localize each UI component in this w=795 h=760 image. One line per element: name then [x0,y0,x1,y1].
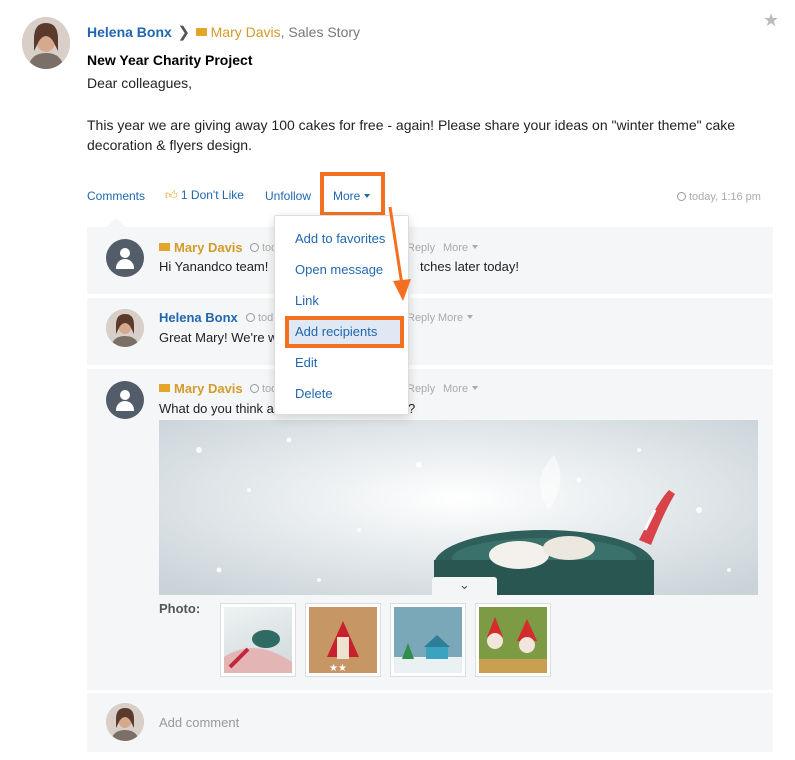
comment-text: Hi Yanandco team! [159,259,269,274]
caret-down-icon [364,194,371,198]
comment-text: What do you think a [159,401,274,416]
menu-item-add-to-favorites[interactable]: Add to favorites [295,231,385,246]
comment-text: Great Mary! We're w [159,330,278,345]
thumbs-up-icon: 👍︎ [165,188,178,202]
recipient-group[interactable]: , Sales Story [281,24,360,40]
photo-thumbnail[interactable]: ★★ [305,603,381,677]
comment-author[interactable]: Mary Davis [159,240,243,255]
comment-more-label: More [443,242,469,254]
timestamp-text: today, 1:16 pm [689,191,761,203]
caret-down-icon [472,386,479,390]
unfollow-link[interactable]: Unfollow [265,189,311,203]
attached-image[interactable] [159,420,758,595]
menu-item-open-message[interactable]: Open message [295,262,383,277]
chevron-down-icon: ⌄ [459,577,470,592]
post-body: This year we are giving away 100 cakes f… [87,117,736,153]
dont-like-label: Don't Like [190,188,244,202]
caret-down-icon [472,245,479,249]
comments-notch [107,218,125,227]
commenter-avatar[interactable] [106,309,144,347]
star-icon[interactable]: ★ [763,10,779,31]
author-avatar[interactable] [22,17,70,69]
reply-link[interactable]: Reply [407,312,435,324]
photo-label: Photo: [159,601,201,616]
more-button[interactable]: More [333,189,371,203]
envelope-icon [159,384,170,392]
comment-author-name: Helena Bonx [159,310,238,325]
comment-more-label: More [438,312,464,324]
comment-more-label: More [443,383,469,395]
annotation-arrow-icon [388,206,411,301]
like-control[interactable]: 👍︎ 1 Don't Like [165,188,244,203]
comment-text-tail: tches later today! [420,259,519,274]
commenter-avatar[interactable] [106,239,144,277]
comment-author-name: Mary Davis [174,381,243,396]
menu-item-link[interactable]: Link [295,293,319,308]
chevron-right-icon: ❯ [177,24,191,41]
post-timestamp: today, 1:16 pm [677,191,761,203]
clock-icon [246,313,255,322]
comment-author[interactable]: Helena Bonx [159,310,238,325]
photo-thumbnail[interactable] [390,603,466,677]
photo-thumbnail[interactable] [475,603,551,677]
more-label: More [333,189,361,203]
expand-button[interactable]: ⌄ [432,577,497,599]
clock-icon [250,243,259,252]
comment-more-button[interactable]: More [443,242,479,254]
like-count: 1 [180,188,188,202]
post-greeting: Dear colleagues, [87,75,193,91]
add-comment-row: Add comment [87,693,773,752]
commenter-avatar[interactable] [106,381,144,419]
recipient-name[interactable]: Mary Davis [211,24,281,40]
author-name[interactable]: Helena Bonx [87,24,172,40]
comment-more-button[interactable]: More [438,312,474,324]
comment-author-name: Mary Davis [174,240,243,255]
add-comment-input[interactable]: Add comment [159,715,239,730]
menu-item-delete[interactable]: Delete [295,386,333,401]
comment-author[interactable]: Mary Davis [159,381,243,396]
envelope-icon [195,28,207,36]
comment-text-tail: ? [408,401,416,416]
menu-item-add-recipients[interactable]: Add recipients [295,324,377,339]
clock-icon [250,384,259,393]
comment-time-text: tod [258,312,274,324]
comment-item: Mary Davis tod Reply More Hi Yanandco te… [87,227,773,294]
caret-down-icon [467,315,474,319]
comment-item: Helena Bonx tod Reply More Great Mary! W… [87,298,773,365]
post-header: Helena Bonx ❯ Mary Davis, Sales Story [87,23,360,41]
svg-text:★★: ★★ [329,663,347,673]
post-title: New Year Charity Project [87,52,253,68]
comments-link[interactable]: Comments [87,189,145,203]
envelope-icon [159,243,170,251]
reply-link[interactable]: Reply [407,383,435,395]
photo-thumbnail[interactable] [220,603,296,677]
comment-more-button[interactable]: More [443,383,479,395]
current-user-avatar [106,703,144,741]
clock-icon [677,192,686,201]
comment-time: tod [246,312,273,324]
menu-item-edit[interactable]: Edit [295,355,317,370]
